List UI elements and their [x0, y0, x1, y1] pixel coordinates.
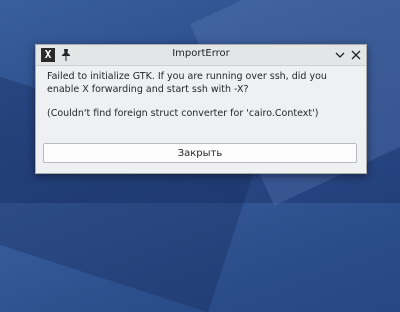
- message-area: Failed to initialize GTK. If you are run…: [47, 70, 357, 120]
- window-title: ImportError: [172, 48, 230, 59]
- error-message: Failed to initialize GTK. If you are run…: [47, 71, 327, 95]
- close-button[interactable]: Закрыть: [43, 143, 357, 163]
- chevron-down-icon[interactable]: [333, 48, 347, 62]
- title-bar[interactable]: X ImportError: [36, 45, 366, 66]
- close-icon[interactable]: [349, 48, 363, 62]
- error-detail: (Couldn't find foreign struct converter …: [47, 108, 319, 119]
- error-dialog: X ImportError Failed to initialize GTK. …: [35, 44, 367, 174]
